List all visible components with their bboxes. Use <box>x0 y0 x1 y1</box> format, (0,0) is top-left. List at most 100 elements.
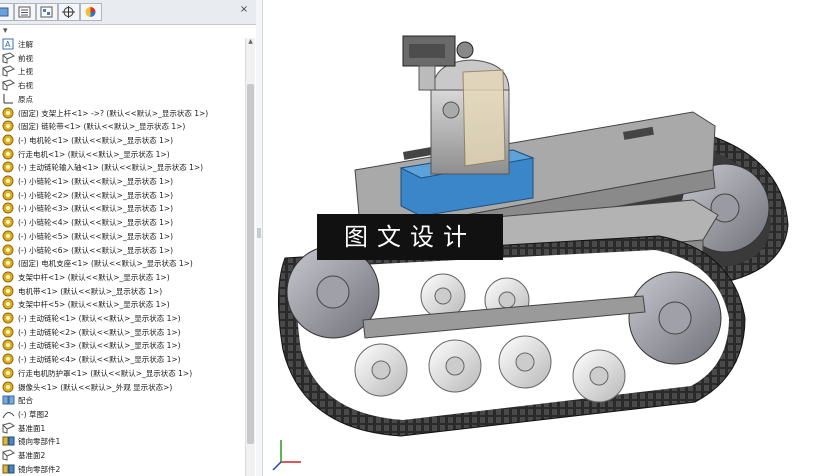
tree-item[interactable]: (-) 主动链轮<4> (默认<<默认>_显示状态 1>) <box>2 353 246 366</box>
tab-property-manager[interactable] <box>14 3 36 21</box>
plane-icon <box>2 79 15 91</box>
part-icon <box>2 326 15 338</box>
tree-item-label: (-) 小链轮<4> (默认<<默认>_显示状态 1>) <box>18 218 174 228</box>
tree-item[interactable]: 基准面2 <box>2 449 246 462</box>
tree-item[interactable]: (固定) 支架上杆<1> ->? (默认<<默认>_显示状态 1>) <box>2 107 246 120</box>
part-icon <box>2 120 15 132</box>
tree-item[interactable]: 支架中杆<1> (默认<<默认>_显示状态 1>) <box>2 271 246 284</box>
tree-item-label: 右视 <box>18 81 33 91</box>
appearance-icon <box>85 7 96 17</box>
tree-item[interactable]: 前视 <box>2 52 246 65</box>
part-icon <box>2 271 15 283</box>
part-icon <box>2 285 15 297</box>
panel-splitter[interactable] <box>256 0 263 476</box>
tab-feature-manager[interactable] <box>0 3 14 21</box>
tree-item[interactable]: (固定) 电机支座<1> (默认<<默认>_显示状态 1>) <box>2 257 246 270</box>
front-track <box>278 235 746 437</box>
tree-item[interactable]: A 注解 <box>2 38 246 51</box>
tree-item[interactable]: 行走电机<1> (默认<<默认>_显示状态 1>) <box>2 148 246 161</box>
tree-item-label: 原点 <box>18 94 33 104</box>
plane-icon <box>2 52 15 64</box>
scroll-thumb[interactable] <box>247 84 254 444</box>
tree-item[interactable]: (-) 主动链轮输入轴<1> (默认<<默认>_显示状态 1>) <box>2 161 246 174</box>
tree-item-label: (-) 小链轮<5> (默认<<默认>_显示状态 1>) <box>18 231 174 241</box>
tree-item-label: 前视 <box>18 53 33 63</box>
watermark-banner: 图文设计 <box>317 214 503 260</box>
tree-item[interactable]: 电机带<1> (默认<<默认>_显示状态 1>) <box>2 285 246 298</box>
coordinate-triad <box>272 440 301 471</box>
part-icon <box>2 298 15 310</box>
tree-item-label: (-) 主动链轮<2> (默认<<默认>_显示状态 1>) <box>18 327 181 337</box>
tree-item-label: (-) 小链轮<2> (默认<<默认>_显示状态 1>) <box>18 190 174 200</box>
configuration-manager-icon <box>40 6 53 18</box>
tree-item[interactable]: (-) 主动链轮<1> (默认<<默认>_显示状态 1>) <box>2 312 246 325</box>
tree-item-label: (固定) 支架上杆<1> ->? (默认<<默认>_显示状态 1>) <box>18 108 209 118</box>
tree-item[interactable]: 镜向零部件1 <box>2 435 246 448</box>
part-icon <box>2 230 15 242</box>
scroll-up-arrow-icon[interactable]: ▲ <box>246 38 255 47</box>
plane-icon <box>2 449 15 461</box>
tree-item[interactable]: (-) 电机轮<1> (默认<<默认>_显示状态 1>) <box>2 134 246 147</box>
tree-item[interactable]: (-) 小链轮<2> (默认<<默认>_显示状态 1>) <box>2 189 246 202</box>
feature-manager-icon <box>0 7 9 17</box>
tree-item[interactable]: (-) 小链轮<4> (默认<<默认>_显示状态 1>) <box>2 216 246 229</box>
tree-item[interactable]: 镜向零部件2 <box>2 463 246 476</box>
tree-item-label: 上视 <box>18 67 33 77</box>
tab-display-manager[interactable] <box>80 3 102 21</box>
part-icon <box>2 216 15 228</box>
tree-item[interactable]: (固定) 链轮带<1> (默认<<默认>_显示状态 1>) <box>2 120 246 133</box>
part-icon <box>2 107 15 119</box>
part-icon <box>2 367 15 379</box>
watermark-text: 图文设计 <box>344 223 476 251</box>
tree-item[interactable]: 配合 <box>2 394 246 407</box>
mates-icon <box>2 394 15 406</box>
svg-text:A: A <box>5 40 11 49</box>
tree-item-label: 基准面2 <box>18 451 46 460</box>
tree-item-label: 行走电机防护罩<1> (默认<<默认>_显示状态 1>) <box>18 368 193 378</box>
tree-item[interactable]: (-) 草图2 <box>2 408 246 421</box>
tree-scrollbar[interactable]: ▲ <box>245 38 255 476</box>
tree-filter-row: ▾ <box>0 24 256 38</box>
tree-item-label: 注解 <box>18 40 33 49</box>
tree-item[interactable]: 右视 <box>2 79 246 92</box>
tree-item-label: (固定) 电机支座<1> (默认<<默认>_显示状态 1>) <box>18 259 193 269</box>
close-icon[interactable]: × <box>238 3 250 17</box>
graphics-viewport[interactable]: 图文设计 <box>263 0 820 476</box>
tree-item-label: 电机带<1> (默认<<默认>_显示状态 1>) <box>18 286 163 296</box>
tree-item-label: (-) 主动链轮<4> (默认<<默认>_显示状态 1>) <box>18 355 181 365</box>
tab-configuration-manager[interactable] <box>36 3 58 21</box>
part-icon <box>2 148 15 160</box>
tree-item[interactable]: 上视 <box>2 65 246 78</box>
part-icon <box>2 353 15 365</box>
plane-icon <box>2 65 15 78</box>
tree-item-label: (-) 主动链轮<1> (默认<<默认>_显示状态 1>) <box>18 314 181 323</box>
feature-tree-panel: × ▾ A 注解前视上视右视原点 (固定) 支架上杆<1> ->? (默认<<默认>… <box>0 0 257 476</box>
tree-item[interactable]: (-) 主动链轮<3> (默认<<默认>_显示状态 1>) <box>2 339 246 352</box>
property-manager-icon <box>18 6 31 18</box>
tree-item[interactable]: (-) 小链轮<1> (默认<<默认>_显示状态 1>) <box>2 175 246 188</box>
tree-item[interactable]: (-) 主动链轮<2> (默认<<默认>_显示状态 1>) <box>2 326 246 339</box>
filter-icon[interactable]: ▾ <box>3 26 8 36</box>
tree-item-label: 摄像头<1> (默认<<默认>_外观 显示状态>) <box>18 382 173 392</box>
mirror-icon <box>2 463 15 475</box>
part-icon <box>2 202 15 214</box>
tree-item[interactable]: 摄像头<1> (默认<<默认>_外观 显示状态>) <box>2 381 246 394</box>
tree-item[interactable]: (-) 小链轮<6> (默认<<默认>_显示状态 1>) <box>2 244 246 257</box>
tree-item[interactable]: (-) 小链轮<3> (默认<<默认>_显示状态 1>) <box>2 202 246 215</box>
tree-item[interactable]: 原点 <box>2 93 246 106</box>
tree-item-label: 镜向零部件2 <box>18 464 61 474</box>
tab-dimxpert-manager[interactable] <box>58 3 80 21</box>
tree-item[interactable]: 基准面1 <box>2 422 246 435</box>
tree-item[interactable]: (-) 小链轮<5> (默认<<默认>_显示状态 1>) <box>2 230 246 243</box>
part-icon <box>2 312 15 324</box>
tree-item-label: (-) 小链轮<3> (默认<<默认>_显示状态 1>) <box>18 204 174 214</box>
tree-item-label: (-) 小链轮<6> (默认<<默认>_显示状态 1>) <box>18 245 174 255</box>
tree-item[interactable]: 行走电机防护罩<1> (默认<<默认>_显示状态 1>) <box>2 367 246 380</box>
tree-item-label: 基准面1 <box>18 423 46 433</box>
tree-item-label: (-) 主动链轮输入轴<1> (默认<<默认>_显示状态 1>) <box>18 163 204 173</box>
tree-item-label: 镜向零部件1 <box>18 437 61 447</box>
splitter-grip-icon <box>257 228 261 238</box>
part-icon <box>2 189 15 201</box>
tree-item-label: 支架中杆<1> (默认<<默认>_显示状态 1>) <box>18 272 170 282</box>
tree-item[interactable]: 支架中杆<5> (默认<<默认>_显示状态 1>) <box>2 298 246 311</box>
